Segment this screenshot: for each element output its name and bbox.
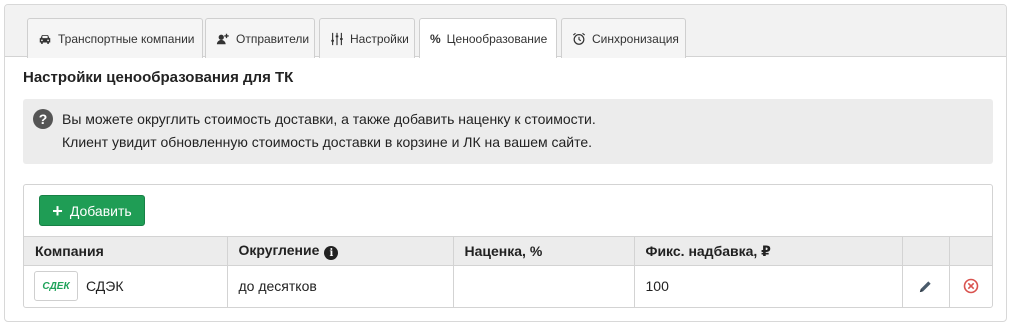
info-line-2: Клиент увидит обновленную стоимость дост…	[62, 134, 593, 150]
table-row: СДЕК СДЭК до десятков 100	[24, 265, 992, 307]
tab-label: Транспортные компании	[58, 31, 195, 46]
cell-markup	[453, 265, 635, 307]
tab-transport-companies[interactable]: Транспортные компании	[27, 18, 203, 58]
header-edit	[902, 236, 950, 266]
tab-sync[interactable]: Синхронизация	[561, 18, 686, 58]
cell-edit	[902, 265, 950, 307]
info-line-1: Вы можете округлить стоимость доставки, …	[62, 111, 596, 127]
header-rounding: Округление i	[227, 236, 454, 266]
table-header-row: Компания Округление i Наценка, % Фикс. на…	[24, 236, 992, 266]
header-markup: Наценка, %	[453, 236, 635, 266]
header-company: Компания	[24, 236, 228, 266]
question-icon: ?	[33, 109, 53, 129]
add-button-label: Добавить	[69, 202, 132, 219]
tab-pricing[interactable]: % Ценообразование	[419, 18, 557, 58]
info-alert: ? Вы можете округлить стоимость доставки…	[23, 99, 993, 164]
pricing-rules-box: + Добавить Компания Округление i Наценка,…	[23, 184, 993, 308]
percent-icon: %	[430, 31, 441, 46]
cdek-logo: СДЕК	[34, 271, 78, 302]
main-panel: Транспортные компании Отправители Настро…	[4, 4, 1007, 322]
add-button[interactable]: + Добавить	[39, 195, 145, 226]
cell-rounding: до десятков	[227, 265, 454, 307]
header-delete	[949, 236, 992, 266]
plus-icon: +	[52, 200, 63, 221]
pricing-table: Компания Округление i Наценка, % Фикс. на…	[24, 236, 992, 307]
tab-label: Ценообразование	[446, 31, 548, 46]
car-icon	[38, 32, 52, 46]
user-add-icon	[216, 32, 230, 46]
tab-label: Синхронизация	[592, 31, 679, 46]
sliders-icon	[330, 32, 344, 46]
header-markup-label: Наценка, %	[464, 243, 543, 259]
cell-fixed: 100	[634, 265, 903, 307]
page-title: Настройки ценообразования для ТК	[23, 69, 294, 86]
header-fixed-label: Фикс. надбавка, ₽	[645, 242, 771, 259]
cdek-logo-text: СДЕК	[42, 280, 70, 292]
company-name: СДЭК	[86, 278, 124, 295]
cell-company: СДЕК СДЭК	[24, 265, 228, 307]
cell-delete	[949, 266, 992, 307]
edit-pencil-icon[interactable]	[916, 276, 936, 296]
header-fixed: Фикс. надбавка, ₽	[634, 236, 903, 266]
header-company-label: Компания	[35, 243, 104, 259]
tab-settings[interactable]: Настройки	[319, 18, 415, 58]
tab-senders[interactable]: Отправители	[205, 18, 315, 58]
header-rounding-label: Округление	[238, 241, 320, 258]
tab-bar: Транспортные компании Отправители Настро…	[5, 5, 1006, 58]
delete-circle-icon[interactable]	[961, 276, 981, 296]
tab-label: Настройки	[350, 31, 409, 46]
info-icon[interactable]: i	[324, 246, 339, 261]
tab-label: Отправители	[236, 31, 310, 46]
sync-clock-icon	[572, 32, 586, 46]
